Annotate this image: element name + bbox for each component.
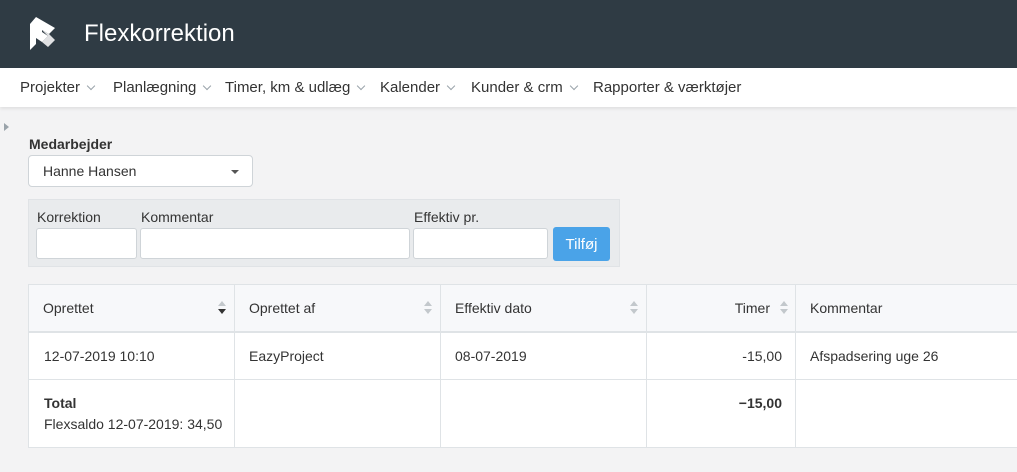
column-header-label: Timer [734,300,770,316]
nav-item-label: Planlægning [113,79,197,96]
chevron-down-icon [446,81,456,90]
employee-select-value: Hanne Hansen [43,163,137,179]
chevron-down-icon [86,81,96,90]
nav-item-projekter[interactable]: Projekter [20,79,96,96]
column-header-effektiv-dato[interactable]: Effektiv dato [441,285,647,331]
sort-icon[interactable] [218,301,226,317]
nav-item-kalender[interactable]: Kalender [380,79,456,96]
add-button[interactable]: Tilføj [553,227,610,261]
cell-empty [796,380,1017,447]
table-total-row: Total Flexsaldo 12-07-2019: 34,50 −15,00 [29,380,1017,447]
add-correction-form: Korrektion Kommentar Effektiv pr. Tilføj [28,199,620,267]
correction-label: Korrektion [37,209,101,225]
correction-input[interactable] [36,228,137,259]
cell-text: EazyProject [249,348,324,364]
total-label: Total [44,395,77,411]
page-title: Flexkorrektion [84,20,235,47]
nav-item-label: Projekter [20,79,81,96]
sort-icon[interactable] [780,301,788,317]
cell-created-by: EazyProject [235,333,441,379]
nav-item-label: Rapporter & værktøjer [593,79,742,96]
caret-down-icon [231,170,239,174]
cell-empty [235,380,441,447]
eazyproject-logo-icon[interactable] [22,14,62,54]
nav-item-timer[interactable]: Timer, km & udlæg [225,79,366,96]
nav-item-rapporter[interactable]: Rapporter & værktøjer [593,79,741,96]
comment-input[interactable] [140,228,410,259]
cell-text: 08-07-2019 [455,348,527,364]
flex-balance-text: Flexsaldo 12-07-2019: 34,50 [44,416,223,432]
column-header-kommentar[interactable]: Kommentar [796,285,1017,331]
sort-icon[interactable] [630,301,638,317]
comment-label: Kommentar [141,209,214,225]
top-bar: Flexkorrektion [0,0,1017,68]
total-hours: −15,00 [738,395,782,411]
nav-item-label: Timer, km & udlæg [225,79,351,96]
table-row: 12-07-2019 10:10 EazyProject 08-07-2019 … [29,333,1017,380]
column-header-oprettet-af[interactable]: Oprettet af [235,285,441,331]
main-nav: Projekter Planlægning Timer, km & udlæg … [0,68,1017,107]
cell-text: -15,00 [742,348,782,364]
cell-hours: -15,00 [647,333,796,379]
corrections-table: Oprettet Oprettet af Effektiv dato Timer… [28,284,1017,448]
cell-total-label: Total Flexsaldo 12-07-2019: 34,50 [29,380,235,447]
sort-icon[interactable] [424,301,432,317]
employee-label: Medarbejder [29,136,113,152]
cell-empty [441,380,647,447]
chevron-down-icon [357,81,366,90]
sidebar-toggle-icon[interactable] [4,123,9,131]
column-header-label: Effektiv dato [455,300,532,316]
nav-item-planlaegning[interactable]: Planlægning [113,79,212,96]
column-header-timer[interactable]: Timer [647,285,796,331]
effective-date-input[interactable] [413,228,548,259]
table-header: Oprettet Oprettet af Effektiv dato Timer… [29,285,1017,333]
effective-label: Effektiv pr. [414,209,480,225]
nav-item-label: Kalender [380,79,441,96]
column-header-label: Oprettet [43,300,94,316]
chevron-down-icon [569,81,578,90]
column-header-label: Oprettet af [249,300,316,316]
cell-effective-date: 08-07-2019 [441,333,647,379]
cell-total-hours: −15,00 [647,380,796,447]
column-header-label: Kommentar [810,300,883,316]
nav-item-kunder[interactable]: Kunder & crm [471,79,578,96]
cell-comment: Afspadsering uge 26 [796,333,1017,379]
cell-text: Afspadsering uge 26 [810,348,939,364]
chevron-down-icon [203,81,212,90]
employee-select[interactable]: Hanne Hansen [28,155,253,187]
cell-created: 12-07-2019 10:10 [29,333,235,379]
cell-text: 12-07-2019 10:10 [44,348,155,364]
nav-item-label: Kunder & crm [471,79,563,96]
column-header-oprettet[interactable]: Oprettet [29,285,235,331]
